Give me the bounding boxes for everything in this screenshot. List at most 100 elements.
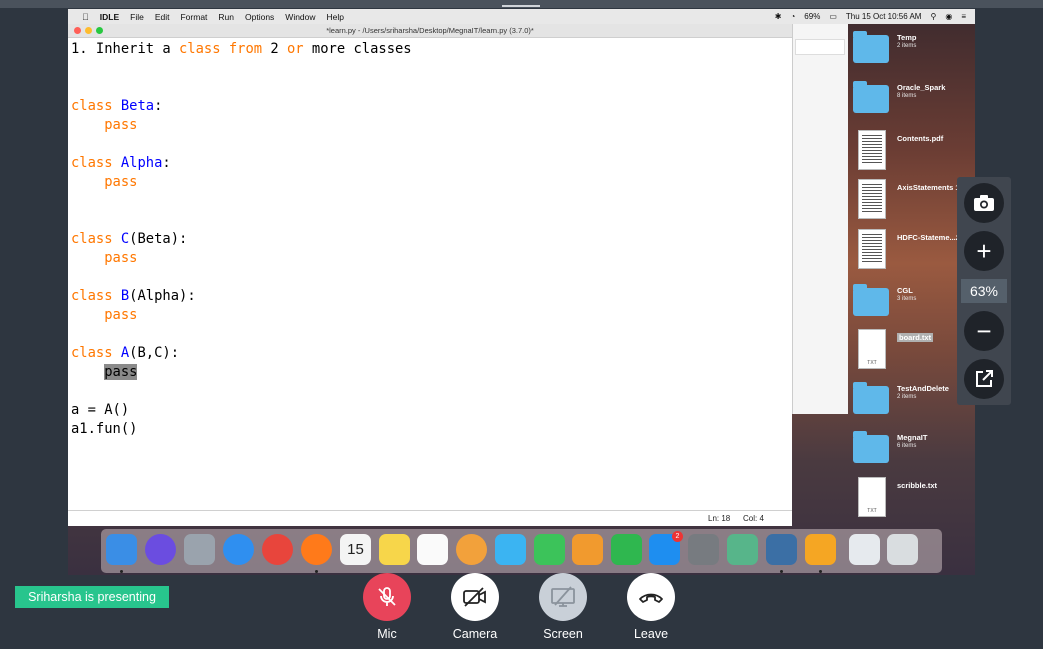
reminders-icon[interactable] bbox=[417, 534, 448, 565]
leave-button[interactable] bbox=[627, 573, 675, 621]
siri-icon[interactable] bbox=[145, 534, 176, 565]
desktop-icon-contents-pdf[interactable]: Contents.pdf bbox=[850, 130, 975, 175]
chrome-icon[interactable] bbox=[262, 534, 293, 565]
code-line[interactable]: pass bbox=[71, 173, 137, 192]
code-line[interactable]: class Alpha: bbox=[71, 154, 171, 173]
code-line[interactable]: class C(Beta): bbox=[71, 230, 187, 249]
editor-titlebar[interactable]: *learn.py - /Users/sriharsha/Desktop/Meg… bbox=[68, 24, 792, 38]
camera-button[interactable] bbox=[451, 573, 499, 621]
pages-icon[interactable] bbox=[572, 534, 603, 565]
close-icon[interactable] bbox=[74, 27, 81, 34]
code-line[interactable]: pass bbox=[71, 249, 137, 268]
battery-icon[interactable]: ▭ bbox=[829, 12, 837, 21]
numbers-icon[interactable] bbox=[611, 534, 642, 565]
clock[interactable]: Thu 15 Oct 10:56 AM bbox=[846, 12, 922, 21]
code-line[interactable]: class A(B,C): bbox=[71, 344, 179, 363]
zoom-window-icon[interactable] bbox=[96, 27, 103, 34]
camera-icon bbox=[974, 195, 994, 211]
atom-icon[interactable] bbox=[727, 534, 758, 565]
leave-control[interactable]: Leave bbox=[616, 573, 686, 641]
minimize-icon[interactable] bbox=[85, 27, 92, 34]
zoom-in-button[interactable]: + bbox=[964, 231, 1004, 271]
desktop-icon-label: Contents.pdf bbox=[897, 134, 975, 143]
code-token: Alpha bbox=[120, 155, 163, 171]
apple-icon[interactable]:  bbox=[82, 12, 89, 22]
code-line[interactable]: class B(Alpha): bbox=[71, 287, 196, 306]
desktop-icon-name: TestAndDelete bbox=[897, 384, 949, 393]
idle-editor-window[interactable]: *learn.py - /Users/sriharsha/Desktop/Meg… bbox=[68, 24, 792, 526]
desktop-icon-megnait[interactable]: MegnaIT 6 items bbox=[850, 429, 975, 474]
zoom-out-button[interactable]: − bbox=[964, 311, 1004, 351]
desktop-icon-count: 6 items bbox=[897, 443, 917, 449]
code-token: a = A() bbox=[71, 402, 130, 418]
notes-icon[interactable] bbox=[379, 534, 410, 565]
menubar-status: ✱ ◔ 69% ▭ Thu 15 Oct 10:56 AM ⚲ ◉ ≡ bbox=[775, 9, 975, 24]
mic-button[interactable] bbox=[363, 573, 411, 621]
code-line[interactable]: pass bbox=[71, 306, 137, 325]
wifi-icon[interactable]: ◔ bbox=[790, 12, 795, 21]
menu-window[interactable]: Window bbox=[285, 12, 315, 22]
menu-options[interactable]: Options bbox=[245, 12, 274, 22]
code-token: (Beta): bbox=[129, 231, 188, 247]
mic-control[interactable]: Mic bbox=[352, 573, 422, 641]
app-store-icon[interactable]: 2 bbox=[649, 531, 683, 565]
menu-edit[interactable]: Edit bbox=[155, 12, 170, 22]
screen-button[interactable] bbox=[539, 573, 587, 621]
photos-icon[interactable] bbox=[456, 534, 487, 565]
camera-off-icon bbox=[463, 587, 486, 607]
leave-label: Leave bbox=[633, 627, 669, 641]
spotlight-icon[interactable]: ⚲ bbox=[930, 12, 936, 21]
desktop-icon-name: CGL bbox=[897, 286, 913, 295]
screen-control[interactable]: Screen bbox=[528, 573, 598, 641]
background-window-field[interactable] bbox=[795, 39, 845, 55]
finder-icon[interactable] bbox=[106, 534, 137, 565]
trash-icon[interactable] bbox=[887, 534, 918, 565]
camera-control[interactable]: Camera bbox=[440, 573, 510, 641]
code-line[interactable]: 1. Inherit a class from 2 or more classe… bbox=[71, 40, 412, 59]
drag-handle[interactable] bbox=[502, 5, 540, 7]
pop-out-button[interactable] bbox=[964, 359, 1004, 399]
safari-icon[interactable] bbox=[223, 534, 254, 565]
screenshot-button[interactable] bbox=[964, 183, 1004, 223]
code-line[interactable]: class Beta: bbox=[71, 97, 162, 116]
folder-icon bbox=[853, 431, 889, 463]
system-preferences-icon[interactable] bbox=[688, 534, 719, 565]
siri-icon[interactable]: ◉ bbox=[945, 12, 952, 21]
desktop-icon-temp[interactable]: Temp 2 items bbox=[850, 29, 975, 74]
menu-help[interactable]: Help bbox=[327, 12, 344, 22]
notification-center-icon[interactable]: ≡ bbox=[961, 12, 966, 21]
code-line[interactable]: a = A() bbox=[71, 401, 129, 420]
code-token: (Alpha): bbox=[129, 288, 196, 304]
background-window[interactable] bbox=[792, 24, 848, 414]
desktop-icon-scribble-txt[interactable]: TXT scribble.txt bbox=[850, 477, 975, 522]
desktop-icon-oracle-spark[interactable]: Oracle_Spark 8 items bbox=[850, 79, 975, 124]
code-line[interactable]: a1.fun() bbox=[71, 420, 137, 439]
code-line[interactable]: pass bbox=[71, 363, 138, 382]
menu-app-name[interactable]: IDLE bbox=[100, 12, 119, 22]
python-icon[interactable] bbox=[766, 534, 797, 565]
messages-icon[interactable] bbox=[495, 534, 526, 565]
preview-icon[interactable] bbox=[849, 534, 880, 565]
doc-lines bbox=[862, 135, 882, 163]
firefox-icon[interactable] bbox=[301, 534, 332, 565]
launchpad-icon[interactable] bbox=[184, 534, 215, 565]
flower-app-icon[interactable] bbox=[805, 534, 836, 565]
code-line[interactable]: pass bbox=[71, 116, 137, 135]
facetime-icon[interactable] bbox=[534, 534, 565, 565]
folder-icon bbox=[853, 382, 889, 414]
menu-format[interactable]: Format bbox=[180, 12, 207, 22]
code-token: class bbox=[71, 155, 113, 171]
calendar-icon[interactable]: 15 bbox=[340, 534, 371, 565]
desktop-icon-label: scribble.txt bbox=[897, 481, 975, 490]
menu-run[interactable]: Run bbox=[218, 12, 234, 22]
editor-title: *learn.py - /Users/sriharsha/Desktop/Meg… bbox=[326, 26, 534, 35]
bluetooth-icon[interactable]: ✱ bbox=[775, 12, 782, 21]
selected-text: pass bbox=[104, 364, 138, 380]
folder-icon bbox=[853, 81, 889, 113]
code-token: 1. Inherit a bbox=[71, 41, 179, 57]
document-icon bbox=[858, 130, 886, 170]
menu-file[interactable]: File bbox=[130, 12, 144, 22]
